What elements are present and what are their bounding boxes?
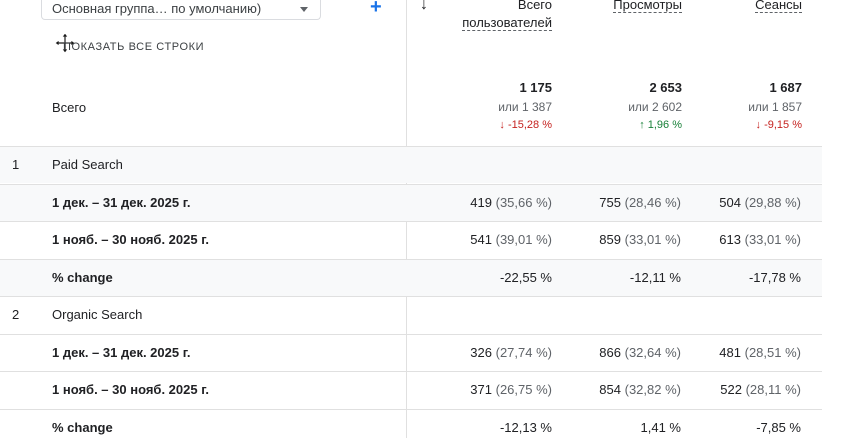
- metric-cell: 326 (27,74 %): [470, 345, 552, 360]
- total-compare: или 1 857: [748, 100, 802, 114]
- metric-percent: (28,46 %): [624, 195, 681, 210]
- metric-value: 419: [470, 195, 492, 210]
- table-row[interactable]: 1 Paid Search: [0, 146, 822, 183]
- metric-percent: (33,01 %): [624, 232, 681, 247]
- metric-cell: 613 (33,01 %): [719, 232, 801, 247]
- metric-percent: (35,66 %): [495, 195, 552, 210]
- metric-cell: 866 (32,64 %): [599, 345, 681, 360]
- total-delta: -9,15 %: [764, 119, 802, 131]
- row-number: 2: [12, 307, 20, 322]
- metric-value: 371: [470, 382, 492, 397]
- metric-value: 522: [720, 382, 742, 397]
- row-label: 1 дек. – 31 дек. 2025 г.: [52, 195, 191, 210]
- metric-percent: (27,74 %): [495, 345, 552, 360]
- row-number: 1: [12, 157, 20, 172]
- metric-cell: 371 (26,75 %): [470, 382, 552, 397]
- metric-cell: 859 (33,01 %): [599, 232, 681, 247]
- metric-value: -12,13 %: [499, 420, 552, 435]
- metric-percent: (39,01 %): [495, 232, 552, 247]
- total-compare: или 2 602: [628, 100, 682, 114]
- column-header-line1: Всего: [517, 0, 552, 12]
- row-label: Organic Search: [52, 307, 143, 322]
- metric-cell: 755 (28,46 %): [599, 195, 681, 210]
- metric-value: 504: [719, 195, 741, 210]
- metric-cell: 481 (28,51 %): [719, 345, 801, 360]
- table-row[interactable]: 1 нояб. – 30 нояб. 2025 г. 541 (39,01 %) 8…: [0, 221, 822, 258]
- metric-cell: -12,11 %: [630, 270, 681, 285]
- row-label: % change: [52, 420, 113, 435]
- metric-percent: (28,11 %): [745, 382, 801, 397]
- table-row[interactable]: % change -12,13 % 1,41 % -7,85 %: [0, 409, 822, 446]
- metric-value: -17,78 %: [748, 270, 801, 285]
- row-label: 1 нояб. – 30 нояб. 2025 г.: [52, 232, 209, 247]
- column-header-views[interactable]: Просмотры: [613, 0, 682, 14]
- total-compare: или 1 387: [498, 100, 552, 114]
- metric-value: 326: [470, 345, 492, 360]
- metric-cell: -12,13 %: [500, 420, 552, 435]
- chevron-down-icon: [300, 7, 308, 12]
- metric-value: 541: [470, 232, 492, 247]
- total-delta: 1,96 %: [647, 119, 682, 131]
- metric-percent: (33,01 %): [744, 232, 801, 247]
- metric-percent: (28,51 %): [744, 345, 801, 360]
- views-summary: 2 653 или 2 602 ↑ 1,96 %: [628, 79, 682, 133]
- arrow-up-icon: ↑: [639, 119, 648, 131]
- total-delta: -15,28 %: [507, 119, 552, 131]
- table-row[interactable]: 1 дек. – 31 дек. 2025 г. 326 (27,74 %) 866…: [0, 334, 822, 371]
- metric-value: -12,11 %: [629, 270, 681, 285]
- table-row[interactable]: % change -22,55 % -12,11 % -17,78 %: [0, 259, 822, 296]
- metric-cell: 854 (32,82 %): [599, 382, 681, 397]
- table-row[interactable]: 1 дек. – 31 дек. 2025 г. 419 (35,66 %) 755…: [0, 184, 822, 221]
- metric-cell: 522 (28,11 %): [720, 382, 801, 397]
- column-header-line1: Сеансы: [755, 0, 802, 13]
- sessions-summary: 1 687 или 1 857 ↓ -9,15 %: [748, 79, 802, 133]
- metric-cell: 419 (35,66 %): [470, 195, 552, 210]
- metric-value: 755: [599, 195, 621, 210]
- table-row[interactable]: 1 нояб. – 30 нояб. 2025 г. 371 (26,75 %) 8…: [0, 371, 822, 408]
- column-header-line2: пользователей: [462, 15, 552, 31]
- metric-percent: (26,75 %): [495, 382, 552, 397]
- totals-label: Всего: [52, 100, 87, 115]
- show-all-rows-link[interactable]: ПОКАЗАТЬ ВСЕ СТРОКИ: [63, 41, 204, 53]
- dimension-select-label: Основная группа… по умолчанию): [52, 1, 262, 16]
- metric-cell: -7,85 %: [756, 420, 801, 435]
- row-label: 1 нояб. – 30 нояб. 2025 г.: [52, 382, 209, 397]
- column-header-total-users[interactable]: Всего пользователей: [462, 0, 552, 32]
- total-value: 1 687: [769, 80, 802, 95]
- metric-value: 613: [719, 232, 741, 247]
- metric-percent: (32,82 %): [624, 382, 681, 397]
- metric-value: 859: [599, 232, 621, 247]
- sort-down-icon[interactable]: ↓: [420, 0, 428, 14]
- column-header-line1: Просмотры: [613, 0, 682, 13]
- arrow-down-icon: ↓: [499, 119, 508, 131]
- row-label: Paid Search: [52, 157, 123, 172]
- metric-percent: (29,88 %): [744, 195, 801, 210]
- add-dimension-icon[interactable]: +: [370, 0, 382, 17]
- dimension-select[interactable]: Основная группа… по умолчанию): [41, 0, 321, 20]
- total-value: 1 175: [519, 80, 552, 95]
- total-users-summary: 1 175 или 1 387 ↓ -15,28 %: [498, 79, 552, 133]
- metric-cell: -22,55 %: [500, 270, 552, 285]
- row-label: % change: [52, 270, 113, 285]
- metric-value: -22,55 %: [499, 270, 552, 285]
- metric-cell: -17,78 %: [749, 270, 801, 285]
- row-label: 1 дек. – 31 дек. 2025 г.: [52, 345, 191, 360]
- metric-percent: (32,64 %): [624, 345, 681, 360]
- table-row[interactable]: 2 Organic Search: [0, 296, 822, 333]
- metric-cell: 541 (39,01 %): [470, 232, 552, 247]
- metric-value: 481: [719, 345, 741, 360]
- metric-cell: 1,41 %: [641, 420, 681, 435]
- metric-value: -7,85 %: [756, 420, 801, 435]
- metric-value: 1,41 %: [640, 420, 681, 435]
- metric-value: 866: [599, 345, 621, 360]
- metric-value: 854: [599, 382, 621, 397]
- total-value: 2 653: [649, 80, 682, 95]
- column-header-sessions[interactable]: Сеансы: [755, 0, 802, 14]
- metric-cell: 504 (29,88 %): [719, 195, 801, 210]
- arrow-down-icon: ↓: [755, 119, 765, 131]
